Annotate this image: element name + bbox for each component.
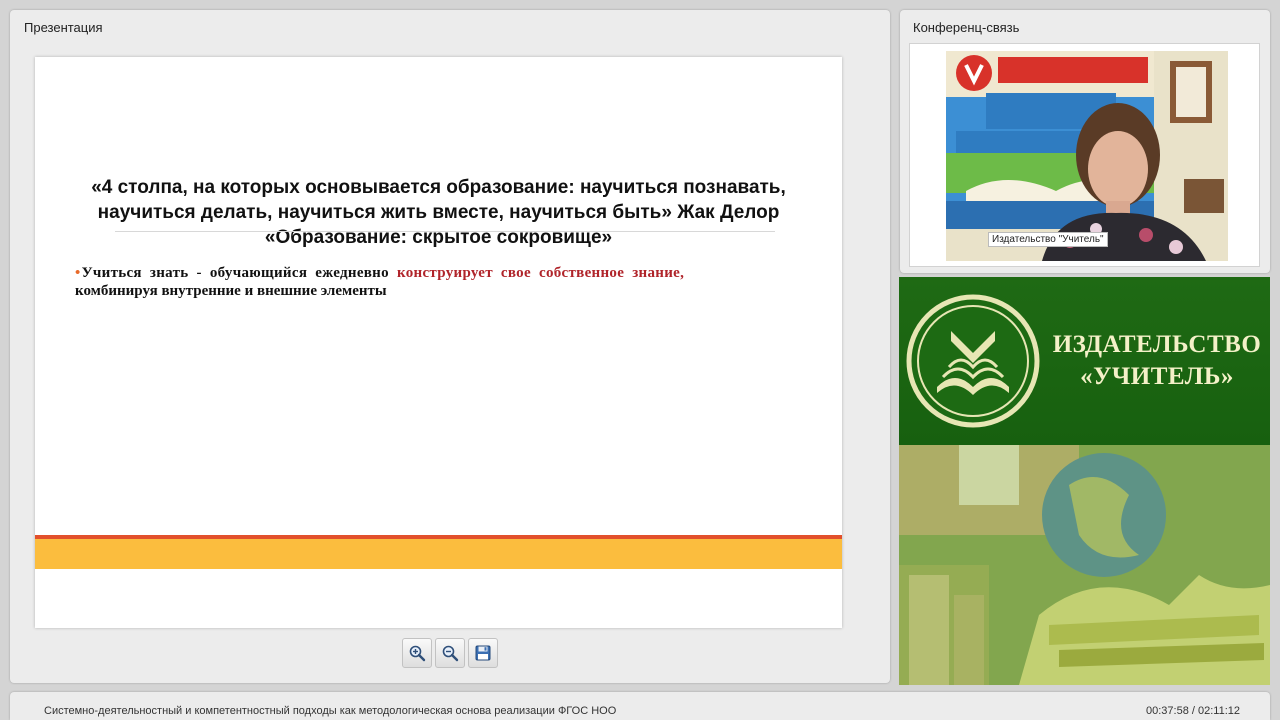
video-container: Издательство "Учитель" <box>909 43 1260 267</box>
banner-header: ИЗДАТЕЛЬСТВО «УЧИТЕЛЬ» <box>899 277 1270 445</box>
slide-bullet: •Учиться знать - обучающийся ежедневно к… <box>75 264 810 300</box>
presentation-slide: «4 столпа, на которых основывается образ… <box>35 57 842 628</box>
slide-title-line: «4 столпа, на которых основывается образ… <box>91 177 786 198</box>
banner-publisher-name: ИЗДАТЕЛЬСТВО «УЧИТЕЛЬ» <box>1047 329 1267 393</box>
presentation-toolbar <box>402 638 498 668</box>
zoom-out-button[interactable] <box>435 638 465 668</box>
presentation-panel-title: Презентация <box>24 20 103 35</box>
floppy-disk-icon <box>475 645 491 661</box>
slide-title: «4 столпа, на которых основывается образ… <box>65 175 812 250</box>
bullet-highlighted-text: конструирует свое собственное знание, <box>396 265 685 281</box>
video-caption: Издательство "Учитель" <box>988 232 1108 247</box>
playback-time: 00:37:58 / 02:11:12 <box>1146 705 1240 717</box>
slide-title-line: научиться делать, научиться жить вместе,… <box>97 202 780 223</box>
publisher-banner: ИЗДАТЕЛЬСТВО «УЧИТЕЛЬ» <box>899 277 1270 685</box>
banner-line: ИЗДАТЕЛЬСТВО <box>1052 331 1262 358</box>
conference-panel-title: Конференц-связь <box>913 20 1020 35</box>
conference-panel: Конференц-связь Издательство "Учитель" <box>900 10 1270 273</box>
presentation-panel: Презентация «4 столпа, на которых основы… <box>10 10 890 683</box>
zoom-out-icon <box>442 645 459 662</box>
books-and-globe-picture <box>899 445 1270 685</box>
zoom-in-icon <box>409 645 426 662</box>
player-footer: Системно-деятельностный и компетентностн… <box>10 692 1270 720</box>
bullet-text: Учиться знать - обучающийся ежедневно <box>81 265 397 281</box>
slide-footer-band-yellow <box>35 539 842 569</box>
save-button[interactable] <box>468 638 498 668</box>
publisher-logo-icon <box>906 294 1040 428</box>
slide-title-line: «Образование: скрытое сокровище» <box>264 227 613 248</box>
webcam-video-picture <box>946 51 1228 261</box>
slide-title-divider <box>115 231 775 232</box>
lecture-title: Системно-деятельностный и компетентностн… <box>44 705 617 717</box>
webcam-video[interactable] <box>946 51 1228 261</box>
bullet-text-continued: комбинируя внутренние и внешние элементы <box>75 283 387 299</box>
bullet-mark: • <box>75 265 81 281</box>
banner-line: «УЧИТЕЛЬ» <box>1080 363 1234 390</box>
zoom-in-button[interactable] <box>402 638 432 668</box>
